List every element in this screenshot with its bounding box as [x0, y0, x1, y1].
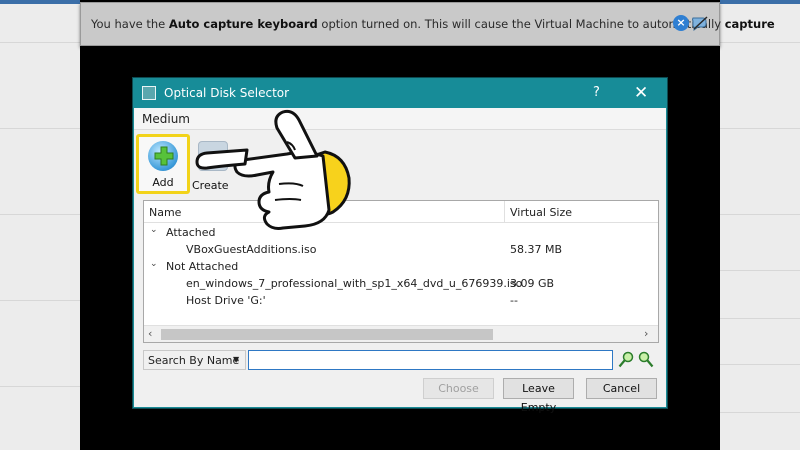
auto-capture-banner: You have the Auto capture keyboard optio…	[80, 2, 775, 46]
tree-group-not-attached[interactable]: ⌄ Not Attached	[144, 258, 658, 275]
disk-size: --	[510, 294, 518, 307]
disk-name: VBoxGuestAdditions.iso	[186, 243, 317, 256]
chevron-down-icon[interactable]: ⌄	[150, 225, 158, 235]
plus-icon	[154, 146, 174, 166]
search-previous-icon[interactable]	[618, 351, 634, 369]
disk-size: 58.37 MB	[510, 243, 563, 256]
close-icon[interactable]: ×	[673, 15, 689, 31]
choose-button[interactable]: Choose	[423, 378, 494, 399]
add-button-label: Add	[152, 176, 174, 189]
search-mode-label: Search By Name	[148, 354, 240, 367]
column-divider	[504, 201, 505, 223]
tree-row[interactable]: en_windows_7_professional_with_sp1_x64_d…	[144, 275, 658, 292]
horizontal-scrollbar[interactable]: ‹ ›	[144, 325, 658, 342]
scroll-left-icon[interactable]: ‹	[148, 327, 152, 340]
add-button[interactable]: Add	[136, 134, 190, 194]
search-input[interactable]	[248, 350, 613, 370]
pointing-hand-icon	[195, 109, 351, 230]
scroll-right-icon[interactable]: ›	[644, 327, 648, 340]
menu-medium[interactable]: Medium	[142, 112, 190, 126]
disk-name: en_windows_7_professional_with_sp1_x64_d…	[186, 277, 523, 290]
close-button[interactable]: ✕	[634, 83, 648, 103]
dialog-titlebar[interactable]: Optical Disk Selector ? ✕	[134, 79, 666, 108]
host-right-panel	[720, 0, 800, 450]
search-next-icon[interactable]	[638, 351, 654, 369]
group-label: Not Attached	[166, 260, 239, 273]
scrollbar-thumb[interactable]	[161, 329, 493, 340]
column-virtual-size[interactable]: Virtual Size	[510, 206, 572, 219]
host-left-panel	[0, 0, 80, 450]
search-mode-select[interactable]: Search By Name ▼	[143, 350, 246, 370]
column-name[interactable]: Name	[149, 206, 181, 219]
tree-row[interactable]: VBoxGuestAdditions.iso 58.37 MB	[144, 241, 658, 258]
leave-empty-button[interactable]: Leave Empty	[503, 378, 574, 414]
tree-row[interactable]: Host Drive 'G:' --	[144, 292, 658, 309]
disk-name: Host Drive 'G:'	[186, 294, 266, 307]
cancel-button[interactable]: Cancel	[586, 378, 657, 399]
disk-size: 3.09 GB	[510, 277, 555, 290]
chevron-down-icon[interactable]: ⌄	[150, 259, 158, 269]
help-button[interactable]: ?	[593, 85, 600, 100]
dialog-title: Optical Disk Selector	[164, 86, 290, 100]
dialog-app-icon	[142, 86, 156, 100]
dropdown-arrow-icon: ▼	[233, 355, 240, 364]
mute-messages-icon[interactable]	[691, 15, 709, 31]
